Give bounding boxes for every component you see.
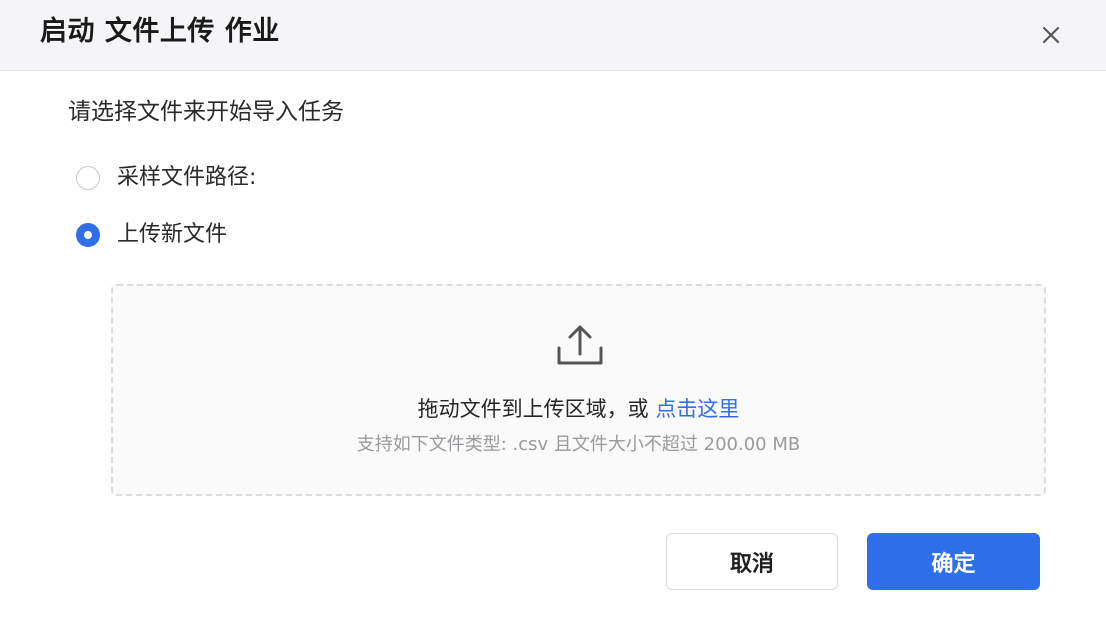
click-here-link[interactable]: 点击这里 <box>655 397 739 421</box>
radio-button-unchecked[interactable] <box>76 166 100 190</box>
upload-job-dialog: 启动 文件上传 作业 请选择文件来开始导入任务 采样文件路径: 上传新文件 拖动… <box>0 0 1106 618</box>
dropzone-hint: 支持如下文件类型: .csv 且文件大小不超过 200.00 MB <box>356 434 801 455</box>
radio-sample-file-path[interactable]: 采样文件路径: <box>76 163 256 193</box>
close-button[interactable] <box>1036 20 1066 50</box>
dialog-title: 启动 文件上传 作业 <box>40 16 280 47</box>
instruction-text: 请选择文件来开始导入任务 <box>68 99 344 125</box>
confirm-button[interactable]: 确定 <box>867 533 1040 590</box>
file-dropzone[interactable]: 拖动文件到上传区域，或 点击这里 支持如下文件类型: .csv 且文件大小不超过… <box>111 284 1046 496</box>
radio-label-sample-file-path: 采样文件路径: <box>117 165 257 190</box>
radio-upload-new-file[interactable]: 上传新文件 <box>76 220 227 250</box>
dropzone-text: 拖动文件到上传区域，或 点击这里 <box>113 394 1044 424</box>
radio-button-checked[interactable] <box>76 223 100 247</box>
upload-icon <box>557 325 603 365</box>
radio-label-upload-new-file: 上传新文件 <box>117 222 228 247</box>
dropzone-text-main: 拖动文件到上传区域，或 <box>417 397 656 421</box>
cancel-button[interactable]: 取消 <box>666 533 838 590</box>
close-icon <box>1043 27 1059 43</box>
dialog-header: 启动 文件上传 作业 <box>0 0 1106 71</box>
